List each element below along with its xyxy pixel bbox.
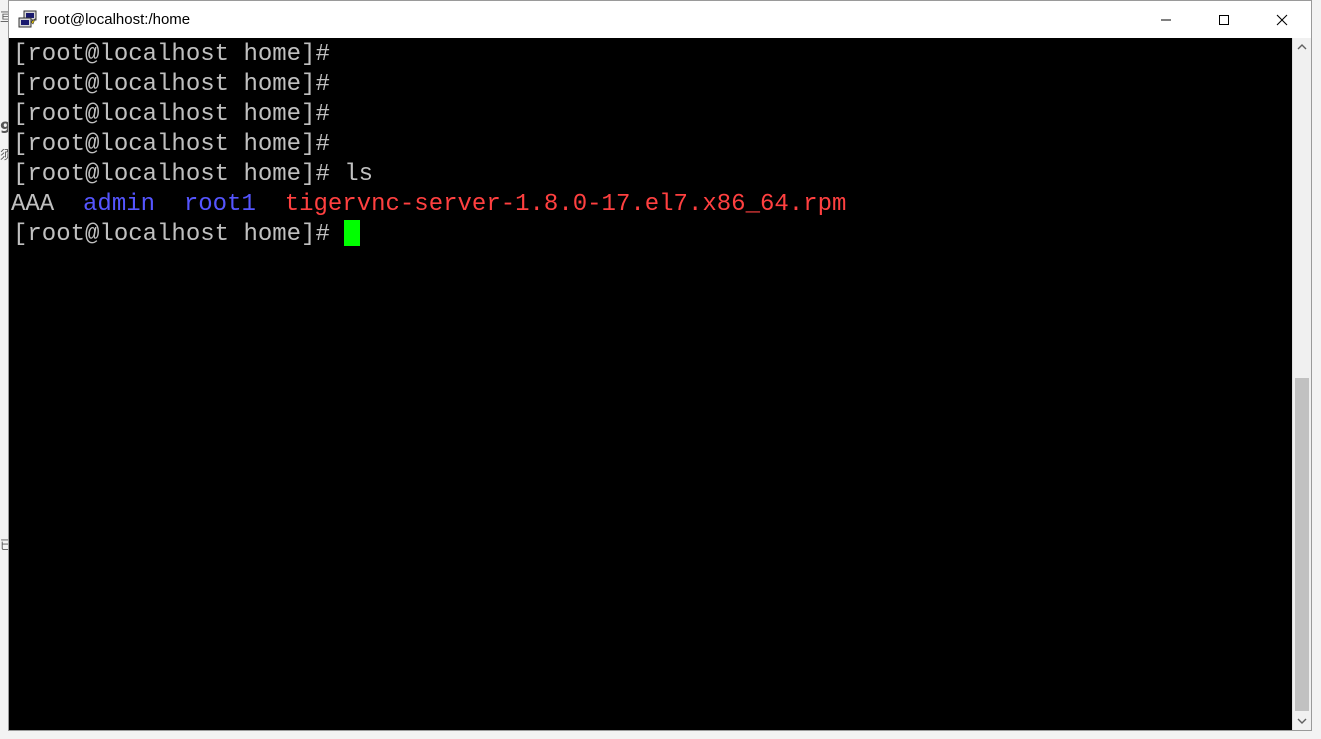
scroll-down-button[interactable] — [1293, 712, 1311, 730]
terminal-line: [root@localhost home]# — [13, 130, 330, 160]
terminal-line: [root@localhost home]# — [13, 100, 330, 130]
text-cursor — [344, 220, 361, 246]
terminal-line: [root@localhost home]# — [13, 220, 361, 250]
chevron-up-icon — [1297, 44, 1307, 50]
minimize-icon — [1161, 19, 1171, 20]
ls-entry-directory: root1 — [183, 191, 256, 218]
close-icon — [1276, 14, 1288, 25]
close-button[interactable] — [1253, 1, 1311, 38]
window-title: root@localhost:/home — [44, 11, 191, 28]
prompt: [root@localhost home]# — [13, 161, 330, 188]
prompt: [root@localhost home]# — [13, 71, 330, 98]
chevron-down-icon — [1297, 718, 1307, 724]
terminal-line: [root@localhost home]# ls — [13, 160, 373, 190]
scroll-up-button[interactable] — [1293, 38, 1311, 56]
terminal-window: root@localhost:/home [root@localhost hom… — [8, 0, 1312, 731]
prompt: [root@localhost home]# — [13, 101, 330, 128]
terminal-area[interactable]: [root@localhost home]# [root@localhost h… — [9, 38, 1292, 730]
prompt: [root@localhost home]# — [13, 221, 330, 248]
ls-entry-archive: tigervnc-server-1.8.0-17.el7.x86_64.rpm — [284, 191, 847, 218]
minimize-button[interactable] — [1137, 1, 1195, 38]
ls-entry-directory: admin — [83, 191, 156, 218]
window-controls — [1137, 1, 1311, 38]
vertical-scrollbar[interactable] — [1292, 38, 1311, 730]
terminal-line: [root@localhost home]# — [13, 40, 330, 70]
command-text: ls — [344, 161, 374, 188]
desktop: 亘 9 须 已 root@localhost:/home [root@local… — [0, 0, 1321, 739]
ls-output-line: AAA admin root1 tigervnc-server-1.8.0-17… — [11, 190, 846, 220]
maximize-button[interactable] — [1195, 1, 1253, 38]
prompt: [root@localhost home]# — [13, 41, 330, 68]
scroll-thumb[interactable] — [1295, 378, 1309, 711]
prompt: [root@localhost home]# — [13, 131, 330, 158]
title-bar[interactable]: root@localhost:/home — [9, 1, 1311, 38]
putty-icon[interactable] — [18, 10, 38, 30]
terminal-line: [root@localhost home]# — [13, 70, 330, 100]
maximize-icon — [1219, 14, 1229, 25]
ls-entry-file: AAA — [11, 191, 55, 218]
